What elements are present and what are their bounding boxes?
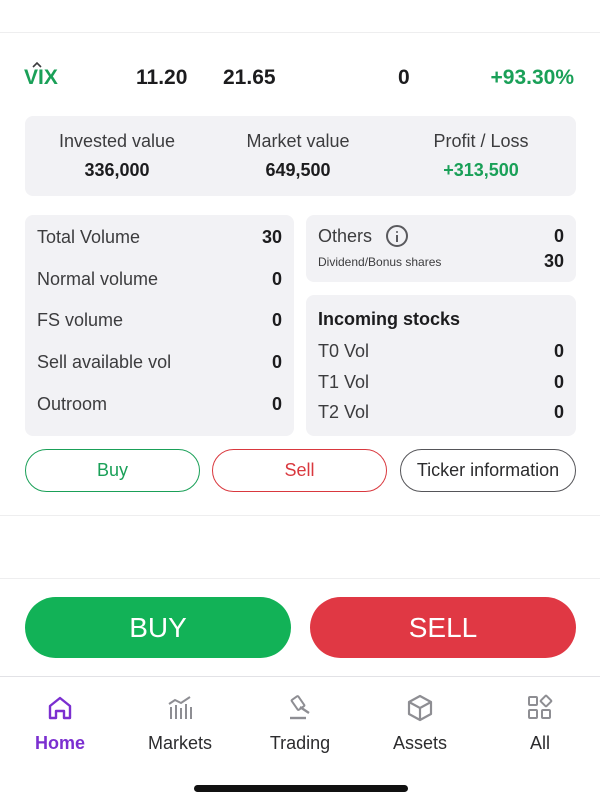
nav-item-home[interactable]: Home <box>0 693 120 754</box>
nav-item-assets[interactable]: Assets <box>360 693 480 754</box>
volume-value: 0 <box>271 268 282 289</box>
nav-label-home: Home <box>34 733 85 753</box>
volume-row: Sell available vol 0 <box>37 350 282 374</box>
ticker-price: 11.20 <box>136 66 188 89</box>
volume-row: Outroom 0 <box>37 392 282 416</box>
volume-row: FS volume 0 <box>37 308 282 332</box>
incoming-value: 0 <box>553 401 564 422</box>
volume-row: Total Volume 30 <box>37 225 282 249</box>
incoming-row: T1 Vol 0 <box>318 370 564 394</box>
dividend-row: Dividend/Bonus shares 30 <box>318 251 564 272</box>
others-row: Others 0 <box>318 224 564 248</box>
volume-value: 0 <box>271 393 282 414</box>
others-panel: Others 0 Dividend/Bonus shares 30 <box>306 215 576 282</box>
profit-loss-label: Profit / Loss <box>433 131 529 151</box>
volume-panel: Total Volume 30 Normal volume 0 FS volum… <box>25 215 294 436</box>
others-value: 0 <box>553 225 564 246</box>
volume-label: Normal volume <box>37 268 159 289</box>
market-value-block: Market value 649,500 <box>206 116 390 181</box>
top-divider <box>0 32 600 33</box>
profit-loss-value: +313,500 <box>443 160 519 180</box>
position-row[interactable]: VIX 11.20 21.65 0 +93.30% <box>0 60 600 96</box>
volume-value: 0 <box>271 309 282 330</box>
others-label-group: Others <box>318 225 409 247</box>
nav-label-all: All <box>529 733 550 753</box>
volume-row: Normal volume 0 <box>37 267 282 291</box>
nav-item-markets[interactable]: Markets <box>120 693 240 754</box>
nav-item-trading[interactable]: Trading <box>240 693 360 754</box>
incoming-label: T0 Vol <box>318 340 370 361</box>
dividend-label: Dividend/Bonus shares <box>318 254 442 269</box>
ticker-change-percent: +93.30% <box>490 66 575 89</box>
ticker-symbol-text: VIX <box>24 66 58 89</box>
ticker-reference-price: 21.65 <box>223 66 276 89</box>
buy-button[interactable]: BUY <box>25 597 291 658</box>
position-summary: Invested value 336,000 Market value 649,… <box>25 116 576 196</box>
incoming-label: T1 Vol <box>318 371 370 392</box>
incoming-stocks-title: Incoming stocks <box>318 309 461 329</box>
bottom-navigation: Home Markets Trading Assets All <box>0 677 600 800</box>
incoming-row: T0 Vol 0 <box>318 339 564 363</box>
nav-item-all[interactable]: All <box>480 693 600 754</box>
volume-value: 0 <box>271 351 282 372</box>
incoming-value: 0 <box>553 371 564 392</box>
profit-loss-block: Profit / Loss +313,500 <box>389 116 573 181</box>
info-icon[interactable] <box>386 225 409 247</box>
dividend-value: 30 <box>543 251 564 271</box>
market-value-label: Market value <box>246 131 350 151</box>
volume-label: Total Volume <box>37 226 141 247</box>
trading-icon <box>290 695 310 720</box>
ticker-quantity: 0 <box>398 66 410 89</box>
incoming-value: 0 <box>553 340 564 361</box>
invested-value-block: Invested value 336,000 <box>25 116 209 181</box>
assets-icon <box>407 694 433 722</box>
volume-value: 30 <box>261 226 282 247</box>
home-indicator[interactable] <box>194 785 408 792</box>
ticker-symbol[interactable]: VIX <box>24 60 58 89</box>
invested-value-label: Invested value <box>58 131 176 151</box>
incoming-label: T2 Vol <box>318 401 370 422</box>
volume-label: Sell available vol <box>37 351 172 372</box>
section-divider <box>0 515 600 516</box>
invested-value: 336,000 <box>84 160 150 180</box>
others-label: Others <box>318 225 373 246</box>
market-value: 649,500 <box>265 160 331 180</box>
volume-label: Outroom <box>37 393 108 414</box>
volume-label: FS volume <box>37 309 124 330</box>
sell-button[interactable]: SELL <box>310 597 576 658</box>
grid-icon <box>528 694 553 719</box>
incoming-stocks-panel: Incoming stocks T0 Vol 0 T1 Vol 0 T2 Vol… <box>306 295 576 436</box>
ticker-information-button[interactable]: Ticker information <box>400 449 576 492</box>
sell-outline-button[interactable]: Sell <box>212 449 387 492</box>
markets-icon <box>168 696 192 719</box>
nav-label-markets: Markets <box>147 733 212 753</box>
home-icon <box>48 696 72 720</box>
incoming-row: T2 Vol 0 <box>318 400 564 424</box>
nav-label-trading: Trading <box>269 733 331 753</box>
buy-outline-button[interactable]: Buy <box>25 449 200 492</box>
nav-label-assets: Assets <box>392 733 448 753</box>
section-divider <box>0 578 600 579</box>
